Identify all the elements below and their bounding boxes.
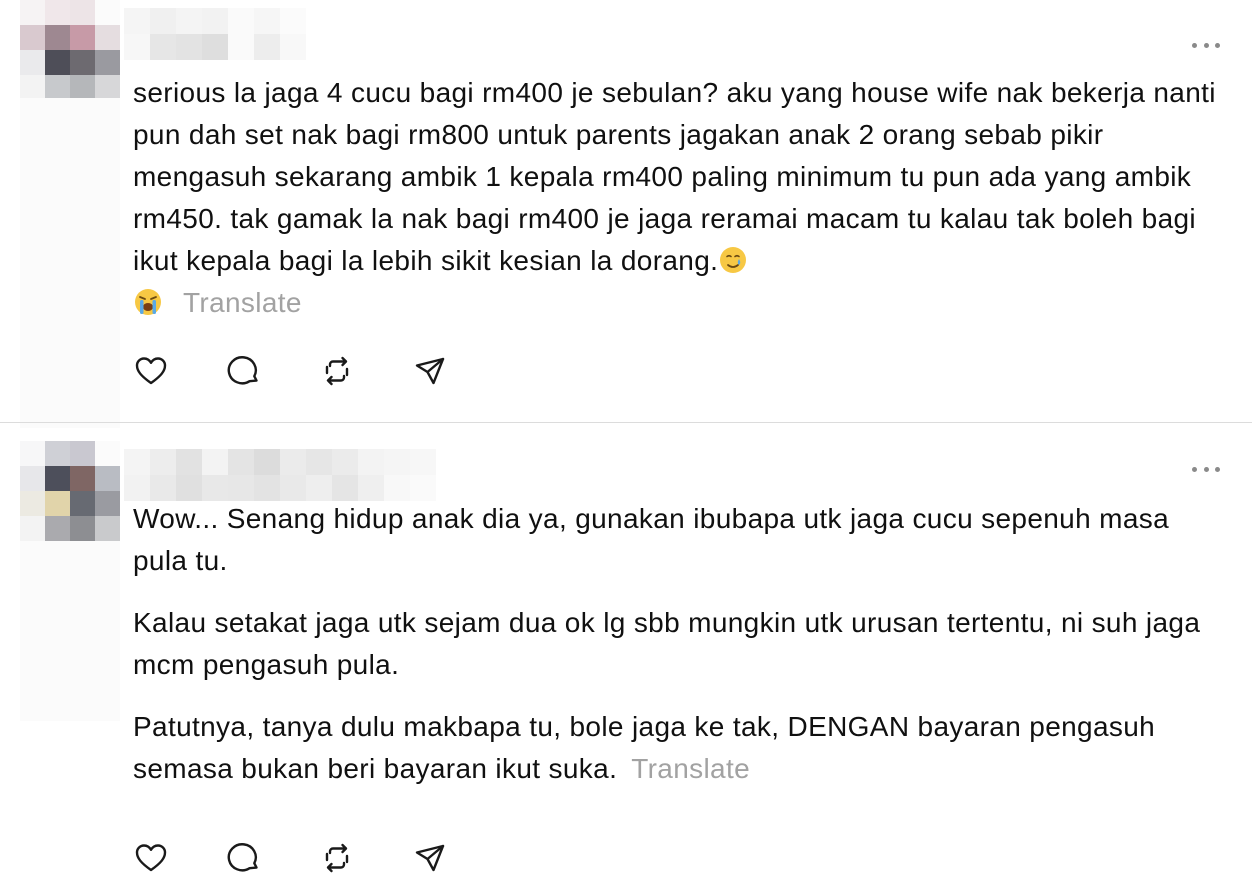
action-bar bbox=[133, 840, 505, 876]
comment-paragraph: serious la jaga 4 cucu bagi rm400 je seb… bbox=[133, 77, 1216, 276]
smiling-face-with-tear-emoji bbox=[720, 247, 747, 273]
more-options-icon[interactable] bbox=[1192, 464, 1220, 474]
comment-text: serious la jaga 4 cucu bagi rm400 je seb… bbox=[133, 72, 1223, 344]
heart-icon[interactable] bbox=[133, 840, 169, 876]
repost-icon[interactable] bbox=[319, 353, 355, 389]
comment-icon[interactable] bbox=[226, 840, 262, 876]
comment-text: Wow... Senang hidup anak dia ya, gunakan… bbox=[133, 498, 1223, 810]
avatar[interactable] bbox=[20, 441, 120, 541]
send-icon[interactable] bbox=[412, 353, 448, 389]
username-censored[interactable] bbox=[124, 8, 306, 60]
repost-icon[interactable] bbox=[319, 840, 355, 876]
comment-icon[interactable] bbox=[226, 353, 262, 389]
send-icon[interactable] bbox=[412, 840, 448, 876]
translate-link[interactable]: Translate bbox=[631, 753, 750, 784]
comment-paragraph: Wow... Senang hidup anak dia ya, gunakan… bbox=[133, 503, 1170, 576]
username-censored[interactable] bbox=[124, 449, 462, 501]
avatar-column bbox=[20, 441, 120, 721]
heart-icon[interactable] bbox=[133, 353, 169, 389]
translate-link[interactable]: Translate bbox=[183, 287, 302, 318]
avatar-column bbox=[20, 0, 120, 428]
action-bar bbox=[133, 353, 505, 389]
more-options-icon[interactable] bbox=[1192, 40, 1220, 50]
comment-post: serious la jaga 4 cucu bagi rm400 je seb… bbox=[0, 0, 1252, 428]
avatar[interactable] bbox=[20, 0, 120, 100]
loudly-crying-face-emoji bbox=[135, 289, 161, 315]
comment-post: Wow... Senang hidup anak dia ya, gunakan… bbox=[0, 423, 1252, 874]
comment-paragraph: Kalau setakat jaga utk sejam dua ok lg s… bbox=[133, 607, 1201, 680]
